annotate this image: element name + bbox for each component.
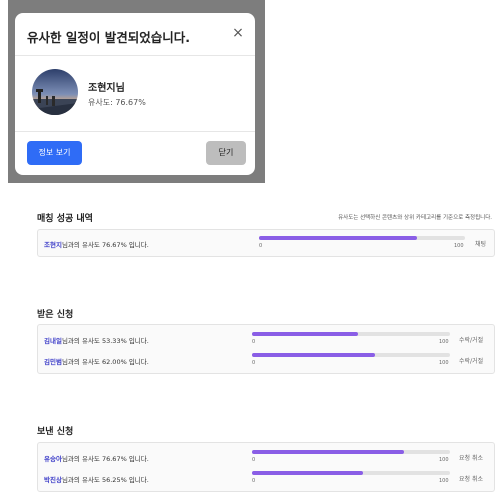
similarity-bar xyxy=(259,236,465,240)
bar-min-label: 0 xyxy=(252,457,256,463)
cancel-request-button[interactable]: 요청 취소 xyxy=(459,474,483,483)
similarity-text: 님과의 유사도 56.25% 입니다. xyxy=(61,476,149,484)
similarity-bar-fill xyxy=(252,353,375,357)
bar-min-label: 0 xyxy=(259,243,263,249)
user-name-link[interactable]: 김민범 xyxy=(44,358,62,366)
similarity-bar xyxy=(252,332,450,336)
accept-reject-button[interactable]: 수락/거절 xyxy=(459,356,483,365)
list-item: 조현지님과의 유사도 76.67% 입니다. xyxy=(44,239,149,249)
similarity-bar-fill xyxy=(252,332,358,336)
view-info-button[interactable]: 정보 보기 xyxy=(27,141,82,165)
cancel-request-button[interactable]: 요청 취소 xyxy=(459,453,483,462)
bar-max-label: 100 xyxy=(439,360,449,366)
bar-max-label: 100 xyxy=(439,339,449,345)
similarity-note: 유사도는 선택하신 콘텐츠와 상위 카테고리를 기준으로 측정됩니다. xyxy=(338,215,492,221)
similarity-text: 님과의 유사도 76.67% 입니다. xyxy=(61,455,149,463)
list-item: 김민범님과의 유사도 62.00% 입니다. xyxy=(44,356,149,366)
divider xyxy=(15,131,255,132)
received-panel: 김내일님과의 유사도 53.33% 입니다. 0 100 수락/거절 김민범님과… xyxy=(37,324,495,374)
bar-max-label: 100 xyxy=(439,457,449,463)
close-button[interactable]: 닫기 xyxy=(206,141,246,165)
user-name-link[interactable]: 박진상 xyxy=(44,476,62,484)
similarity-bar xyxy=(252,450,450,454)
bar-min-label: 0 xyxy=(252,478,256,484)
avatar xyxy=(32,69,78,115)
similarity-text: 님과의 유사도 62.00% 입니다. xyxy=(61,358,149,366)
bar-min-label: 0 xyxy=(252,360,256,366)
sent-section-title: 보낸 신청 xyxy=(37,427,74,437)
modal-user-name: 조현지님 xyxy=(88,83,125,94)
modal-similarity: 유사도: 76.67% xyxy=(88,98,146,107)
chat-button[interactable]: 채팅 xyxy=(475,239,486,248)
list-item: 김내일님과의 유사도 53.33% 입니다. xyxy=(44,335,149,345)
similarity-bar-fill xyxy=(252,450,404,454)
modal-title: 유사한 일정이 발견되었습니다. xyxy=(27,30,190,45)
user-name-link[interactable]: 유승아 xyxy=(44,455,62,463)
similarity-text: 님과의 유사도 53.33% 입니다. xyxy=(61,337,149,345)
bar-min-label: 0 xyxy=(252,339,256,345)
bar-max-label: 100 xyxy=(439,478,449,484)
similarity-bar xyxy=(252,471,450,475)
bar-max-label: 100 xyxy=(454,243,464,249)
user-name-link[interactable]: 조현지 xyxy=(44,241,62,249)
matched-panel: 조현지님과의 유사도 76.67% 입니다. 0 100 채팅 xyxy=(37,229,495,257)
received-section-title: 받은 신청 xyxy=(37,310,74,320)
close-icon[interactable]: × xyxy=(229,24,247,42)
similarity-text: 님과의 유사도 76.67% 입니다. xyxy=(61,241,149,249)
similarity-bar-fill xyxy=(259,236,417,240)
similarity-bar xyxy=(252,353,450,357)
accept-reject-button[interactable]: 수락/거절 xyxy=(459,335,483,344)
sent-panel: 유승아님과의 유사도 76.67% 입니다. 0 100 요청 취소 박진상님과… xyxy=(37,442,495,492)
list-item: 박진상님과의 유사도 56.25% 입니다. xyxy=(44,474,149,484)
similar-schedule-modal: 유사한 일정이 발견되었습니다. × 조현지님 유사도: 76.67% 정보 보… xyxy=(15,13,255,175)
user-name-link[interactable]: 김내일 xyxy=(44,337,62,345)
divider xyxy=(15,55,255,56)
matched-section-title: 매칭 성공 내역 xyxy=(37,214,93,224)
similarity-bar-fill xyxy=(252,471,364,475)
list-item: 유승아님과의 유사도 76.67% 입니다. xyxy=(44,453,149,463)
